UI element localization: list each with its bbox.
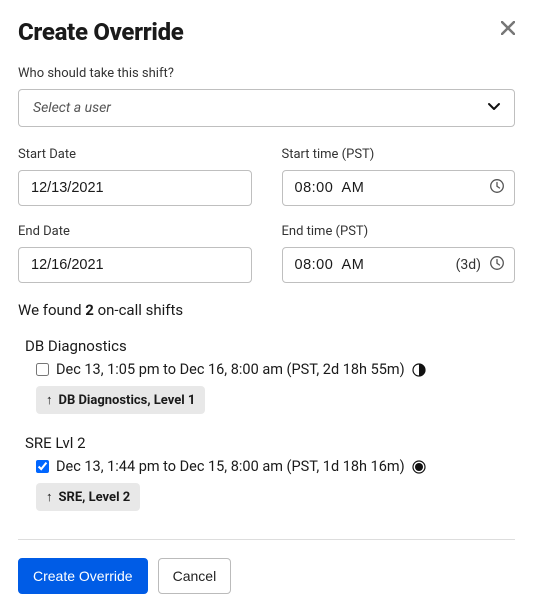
cancel-button[interactable]: Cancel [158,558,232,594]
end-time-duration: (3d) [456,257,481,273]
start-time-label: Start time (PST) [282,147,516,162]
start-time-input[interactable] [282,170,516,206]
arrow-up-icon: ↑ [46,392,53,408]
end-time-label: End time (PST) [282,224,516,239]
start-date-label: Start Date [18,147,252,162]
shift-name: DB Diagnostics [25,337,515,355]
end-date-input[interactable] [18,247,252,283]
found-shifts-text: We found 2 on-call shifts [18,301,515,319]
shift-checkbox[interactable] [36,460,49,473]
chevron-down-icon [486,98,502,118]
clock-icon [489,255,505,275]
shift-tag: ↑ SRE, Level 2 [36,483,140,511]
arrow-up-icon: ↑ [46,489,53,505]
shift-group: DB Diagnostics Dec 13, 1:05 pm to Dec 16… [18,337,515,414]
shift-tag: ↑ DB Diagnostics, Level 1 [36,386,205,414]
full-circle-icon [412,460,426,474]
close-icon[interactable] [501,18,515,38]
half-moon-icon [412,363,426,377]
shift-time-range: Dec 13, 1:05 pm to Dec 16, 8:00 am (PST,… [56,361,405,378]
shift-time-range: Dec 13, 1:44 pm to Dec 15, 8:00 am (PST,… [56,458,405,475]
modal-title: Create Override [18,18,184,46]
user-field-label: Who should take this shift? [18,66,515,81]
shift-group: SRE Lvl 2 Dec 13, 1:44 pm to Dec 15, 8:0… [18,434,515,511]
user-select[interactable]: Select a user [18,89,515,127]
divider [18,539,515,540]
shift-tag-label: DB Diagnostics, Level 1 [59,393,196,408]
clock-icon [489,178,505,198]
start-date-input[interactable] [18,170,252,206]
shift-tag-label: SRE, Level 2 [59,490,131,505]
create-override-button[interactable]: Create Override [18,558,148,594]
shift-name: SRE Lvl 2 [25,434,515,452]
user-select-placeholder: Select a user [33,100,111,116]
end-date-label: End Date [18,224,252,239]
shift-checkbox[interactable] [36,363,49,376]
